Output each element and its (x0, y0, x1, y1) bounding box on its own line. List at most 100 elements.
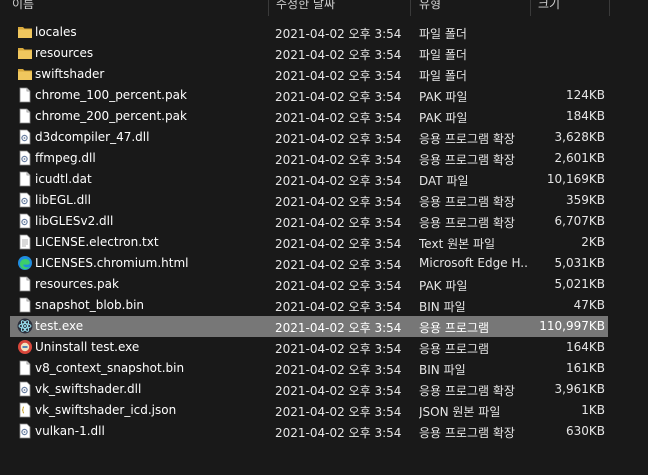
file-type: Microsoft Edge H... (419, 256, 527, 270)
file-row[interactable]: Uninstall test.exe 2021-04-02 오후 3:54 응용 프… (10, 337, 608, 358)
file-row[interactable]: libGLESv2.dll 2021-04-02 오후 3:54 응용 프로그램 확… (10, 211, 608, 232)
file-type: 파일 폴더 (419, 48, 467, 62)
file-size: 3,961KB (554, 382, 605, 396)
file-row[interactable]: locales 2021-04-02 오후 3:54 파일 폴더 (10, 22, 608, 43)
file-name: v8_context_snapshot.bin (35, 361, 185, 375)
file-date: 2021-04-02 오후 3:54 (275, 27, 402, 41)
electron-app-icon (17, 318, 33, 334)
file-size: 124KB (565, 88, 605, 102)
file-type: PAK 파일 (419, 111, 468, 125)
file-date: 2021-04-02 오후 3:54 (275, 132, 402, 146)
file-type: JSON 원본 파일 (419, 405, 501, 419)
file-name: chrome_200_percent.pak (35, 109, 187, 123)
dll-icon (17, 213, 33, 229)
file-row[interactable]: vulkan-1.dll 2021-04-02 오후 3:54 응용 프로그램 확장… (10, 421, 608, 442)
file-type: 파일 폴더 (419, 27, 467, 41)
file-date: 2021-04-02 오후 3:54 (275, 69, 402, 83)
file-icon (17, 87, 33, 103)
file-name: Uninstall test.exe (35, 340, 140, 354)
column-header-size[interactable]: 크기 (538, 0, 560, 12)
file-row[interactable]: libEGL.dll 2021-04-02 오후 3:54 응용 프로그램 확장 35… (10, 190, 608, 211)
file-date: 2021-04-02 오후 3:54 (275, 426, 402, 440)
file-date: 2021-04-02 오후 3:54 (275, 342, 402, 356)
column-divider[interactable] (530, 0, 531, 16)
file-icon (17, 297, 33, 313)
file-type: BIN 파일 (419, 300, 466, 314)
file-type: 응용 프로그램 확장 (419, 195, 515, 209)
file-type: 응용 프로그램 확장 (419, 216, 515, 230)
file-type: 응용 프로그램 확장 (419, 153, 515, 167)
file-name: LICENSES.chromium.html (35, 256, 189, 270)
file-type: DAT 파일 (419, 174, 469, 188)
file-name: resources (35, 46, 94, 60)
column-divider[interactable] (609, 0, 610, 16)
file-row[interactable]: v8_context_snapshot.bin 2021-04-02 오후 3:5… (10, 358, 608, 379)
file-date: 2021-04-02 오후 3:54 (275, 111, 402, 125)
file-name: test.exe (35, 319, 84, 333)
file-size: 1KB (581, 403, 605, 417)
file-row[interactable]: LICENSES.chromium.html 2021-04-02 오후 3:54… (10, 253, 608, 274)
file-type: 응용 프로그램 확장 (419, 426, 515, 440)
file-size: 3,628KB (554, 130, 605, 144)
file-name: vk_swiftshader.dll (35, 382, 142, 396)
file-size: 2,601KB (554, 151, 605, 165)
file-name: chrome_100_percent.pak (35, 88, 187, 102)
file-name: libEGL.dll (35, 193, 91, 207)
folder-icon (17, 45, 33, 61)
file-date: 2021-04-02 오후 3:54 (275, 384, 402, 398)
file-name: ffmpeg.dll (35, 151, 96, 165)
file-name: swiftshader (35, 67, 105, 81)
file-row[interactable]: swiftshader 2021-04-02 오후 3:54 파일 폴더 (10, 64, 608, 85)
file-date: 2021-04-02 오후 3:54 (275, 321, 402, 335)
file-size: 10,169KB (546, 172, 605, 186)
column-header-type[interactable]: 유형 (419, 0, 441, 12)
file-size: 630KB (565, 424, 605, 438)
file-name: libGLESv2.dll (35, 214, 114, 228)
file-row-selected[interactable]: test.exe 2021-04-02 오후 3:54 응용 프로그램 110,997… (10, 316, 608, 337)
file-type: PAK 파일 (419, 279, 468, 293)
file-name: locales (35, 25, 77, 39)
file-row[interactable]: vk_swiftshader.dll 2021-04-02 오후 3:54 응용 프… (10, 379, 608, 400)
dll-icon (17, 129, 33, 145)
file-icon (17, 171, 33, 187)
file-name: resources.pak (35, 277, 119, 291)
file-name: snapshot_blob.bin (35, 298, 145, 312)
file-row[interactable]: ffmpeg.dll 2021-04-02 오후 3:54 응용 프로그램 확장 2,… (10, 148, 608, 169)
file-date: 2021-04-02 오후 3:54 (275, 279, 402, 293)
file-type: 응용 프로그램 확장 (419, 132, 515, 146)
file-date: 2021-04-02 오후 3:54 (275, 174, 402, 188)
file-size: 47KB (573, 298, 605, 312)
dll-icon (17, 192, 33, 208)
column-header-name[interactable]: 이름 (12, 0, 34, 12)
column-divider[interactable] (410, 0, 411, 16)
file-date: 2021-04-02 오후 3:54 (275, 90, 402, 104)
file-row[interactable]: icudtl.dat 2021-04-02 오후 3:54 DAT 파일 10,169… (10, 169, 608, 190)
file-date: 2021-04-02 오후 3:54 (275, 300, 402, 314)
file-row[interactable]: chrome_100_percent.pak 2021-04-02 오후 3:54… (10, 85, 608, 106)
edge-icon (17, 255, 33, 271)
file-row[interactable]: chrome_200_percent.pak 2021-04-02 오후 3:54… (10, 106, 608, 127)
file-row[interactable]: snapshot_blob.bin 2021-04-02 오후 3:54 BIN 파… (10, 295, 608, 316)
file-type: BIN 파일 (419, 363, 466, 377)
file-date: 2021-04-02 오후 3:54 (275, 48, 402, 62)
file-type: Text 원본 파일 (419, 237, 496, 251)
file-type: PAK 파일 (419, 90, 468, 104)
file-size: 6,707KB (554, 214, 605, 228)
file-type: 응용 프로그램 확장 (419, 384, 515, 398)
text-file-icon (17, 234, 33, 250)
file-row[interactable]: resources.pak 2021-04-02 오후 3:54 PAK 파일 5,0… (10, 274, 608, 295)
file-row[interactable]: d3dcompiler_47.dll 2021-04-02 오후 3:54 응용 프… (10, 127, 608, 148)
file-name: icudtl.dat (35, 172, 92, 186)
uninstaller-icon (17, 339, 33, 355)
file-date: 2021-04-02 오후 3:54 (275, 153, 402, 167)
file-type: 응용 프로그램 (419, 342, 490, 356)
file-row[interactable]: vk_swiftshader_icd.json 2021-04-02 오후 3:5… (10, 400, 608, 421)
file-date: 2021-04-02 오후 3:54 (275, 258, 402, 272)
file-date: 2021-04-02 오후 3:54 (275, 195, 402, 209)
file-date: 2021-04-02 오후 3:54 (275, 216, 402, 230)
column-divider[interactable] (268, 0, 269, 16)
file-row[interactable]: LICENSE.electron.txt 2021-04-02 오후 3:54 Te… (10, 232, 608, 253)
column-header-date[interactable]: 수정한 날짜 (276, 0, 335, 12)
file-row[interactable]: resources 2021-04-02 오후 3:54 파일 폴더 (10, 43, 608, 64)
file-icon (17, 108, 33, 124)
